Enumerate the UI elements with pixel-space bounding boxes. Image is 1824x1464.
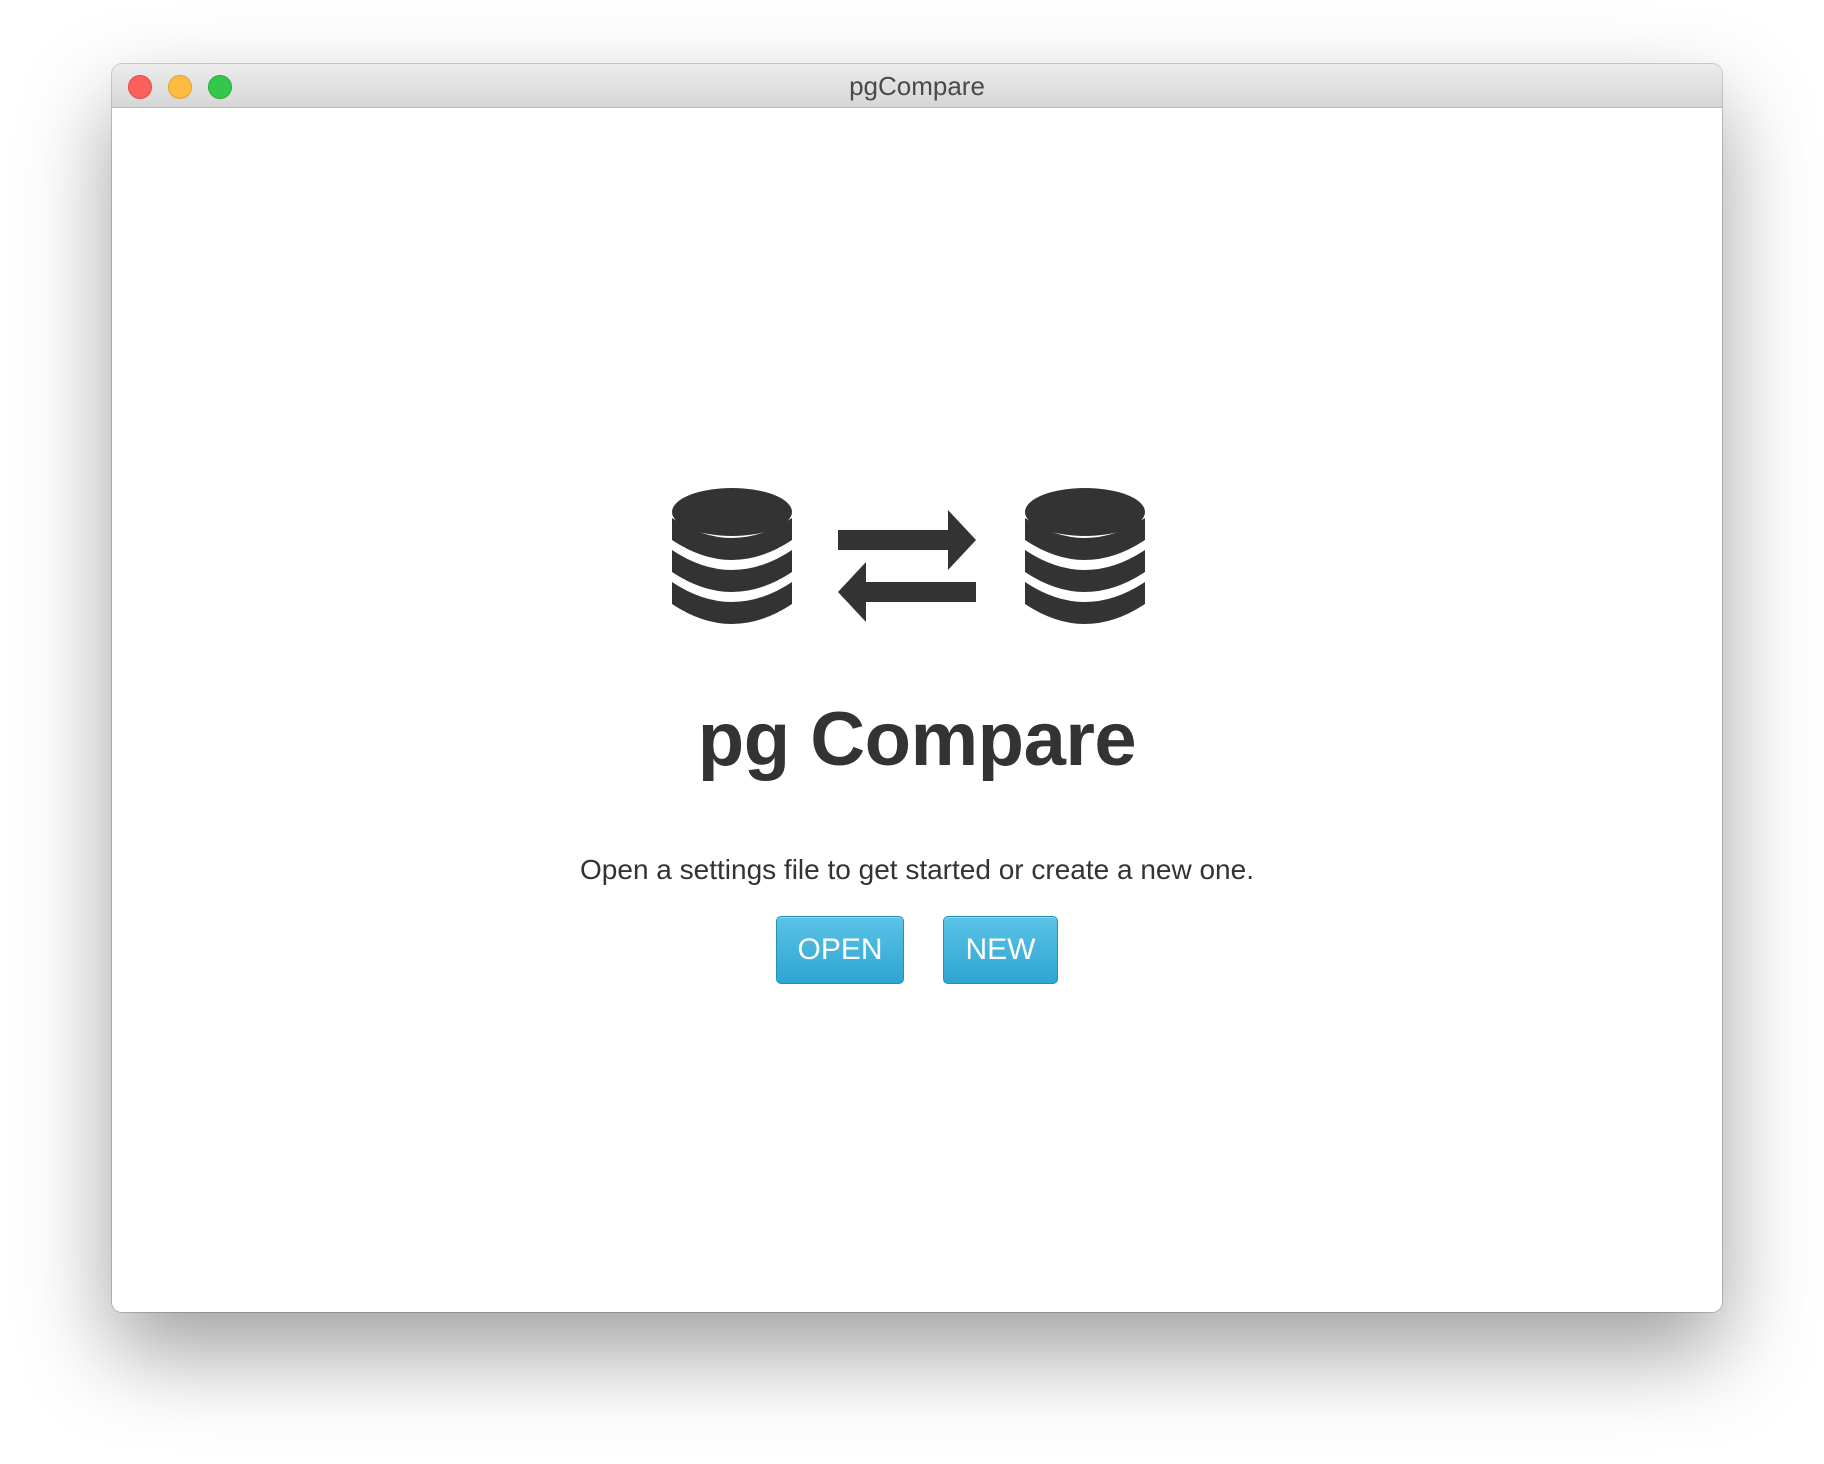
database-icon xyxy=(1025,488,1145,624)
app-title: pg Compare xyxy=(697,697,1137,782)
welcome-panel: pg Compare Open a settings file to get s… xyxy=(112,108,1722,1312)
hero-icon-group xyxy=(672,488,1145,624)
database-icon xyxy=(672,488,792,624)
app-window: pgCompare pg Compare Open a settings fil… xyxy=(112,64,1722,1312)
title-bar[interactable]: pgCompare xyxy=(112,64,1722,108)
new-button[interactable]: NEW xyxy=(943,916,1058,984)
welcome-message: Open a settings file to get started or c… xyxy=(580,854,1254,885)
open-button[interactable]: OPEN xyxy=(776,916,904,984)
window-title: pgCompare xyxy=(849,71,985,101)
exchange-arrows-icon xyxy=(838,510,976,622)
